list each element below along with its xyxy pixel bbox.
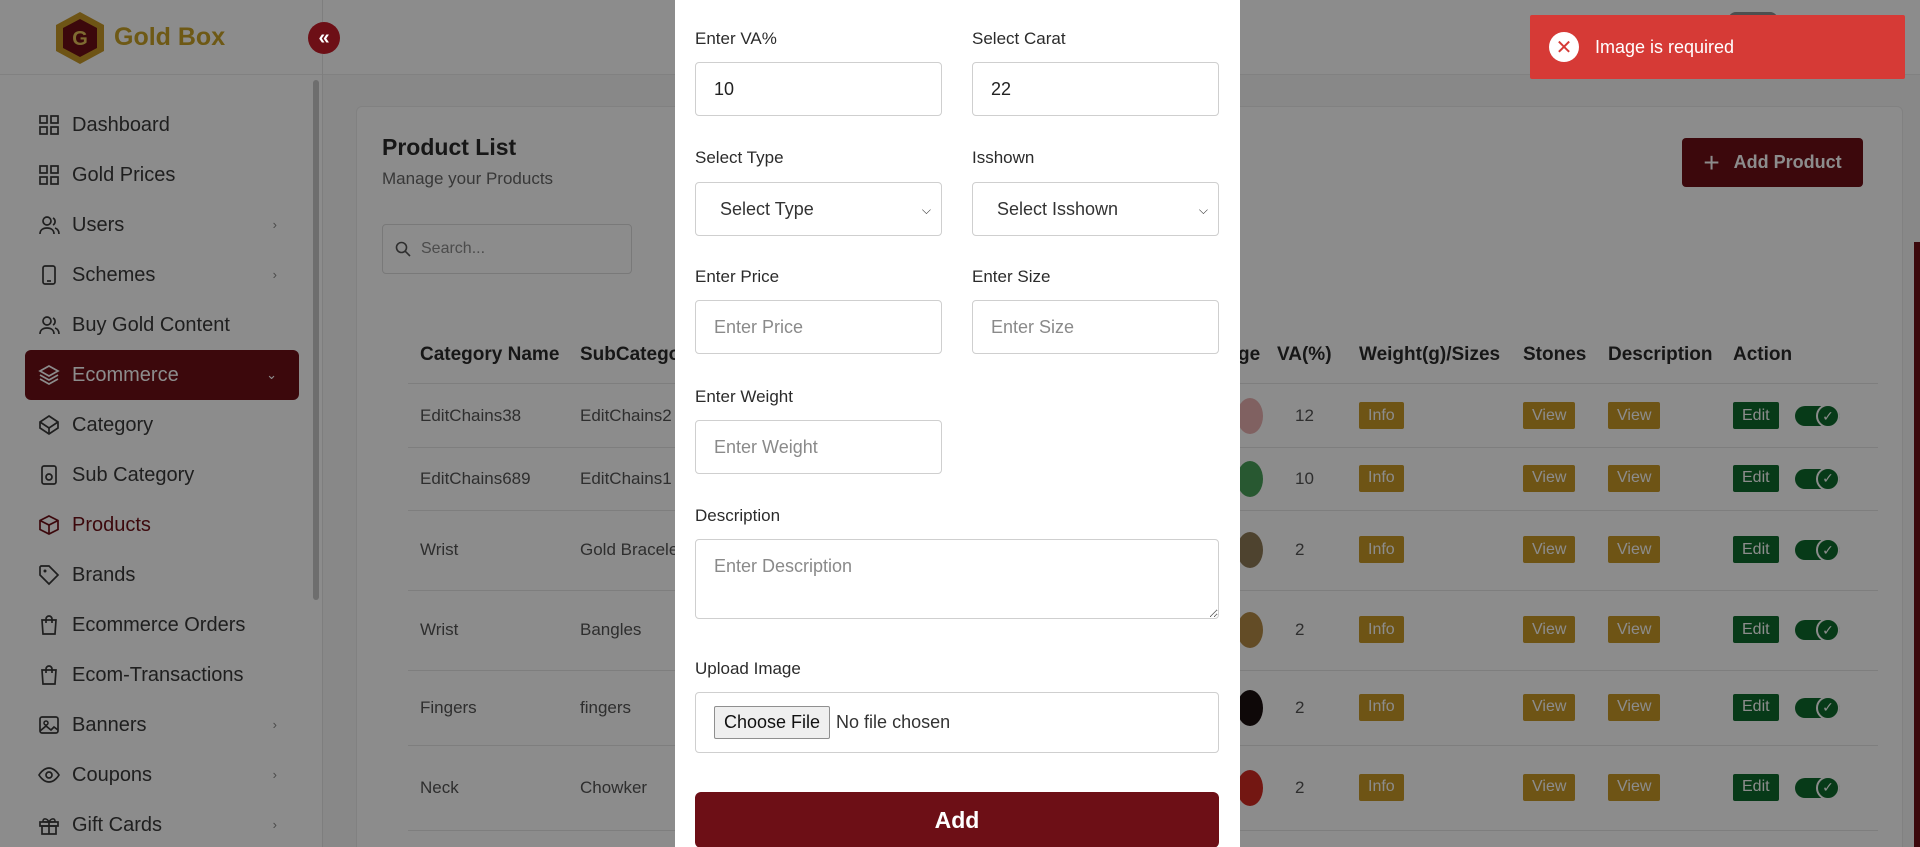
weight-input[interactable]: [695, 420, 942, 474]
chevron-down-icon: ⌵: [921, 203, 931, 217]
file-status: No file chosen: [836, 712, 951, 732]
va-label: Enter VA%: [695, 29, 777, 48]
size-input[interactable]: [972, 300, 1219, 354]
add-submit-button[interactable]: Add: [695, 792, 1219, 847]
upload-label: Upload Image: [695, 659, 801, 678]
price-label: Enter Price: [695, 267, 780, 286]
isshown-label: Isshown: [972, 148, 1035, 167]
choose-file-button[interactable]: Choose File: [714, 706, 831, 739]
carat-label: Select Carat: [972, 29, 1066, 48]
chevron-down-icon: ⌵: [1198, 203, 1208, 217]
isshown-select[interactable]: Select Isshown ⌵: [972, 182, 1219, 236]
isshown-select-value: Select Isshown: [997, 198, 1119, 219]
price-input[interactable]: [695, 300, 942, 354]
description-label: Description: [695, 506, 781, 525]
toast-message: Image is required: [1595, 36, 1735, 57]
va-input[interactable]: [695, 62, 942, 116]
size-label: Enter Size: [972, 267, 1051, 286]
type-label: Select Type: [695, 148, 784, 167]
description-textarea[interactable]: [695, 539, 1219, 619]
type-select[interactable]: Select Type ⌵: [695, 182, 942, 236]
weight-label: Enter Weight: [695, 387, 793, 406]
image-file-input: Choose File No file chosen: [695, 692, 1219, 753]
error-toast[interactable]: ✕ Image is required: [1530, 15, 1905, 79]
sidebar-collapse-button[interactable]: «: [308, 22, 340, 54]
error-x-icon: ✕: [1549, 32, 1579, 62]
carat-input[interactable]: [972, 62, 1219, 116]
type-select-value: Select Type: [720, 198, 814, 219]
